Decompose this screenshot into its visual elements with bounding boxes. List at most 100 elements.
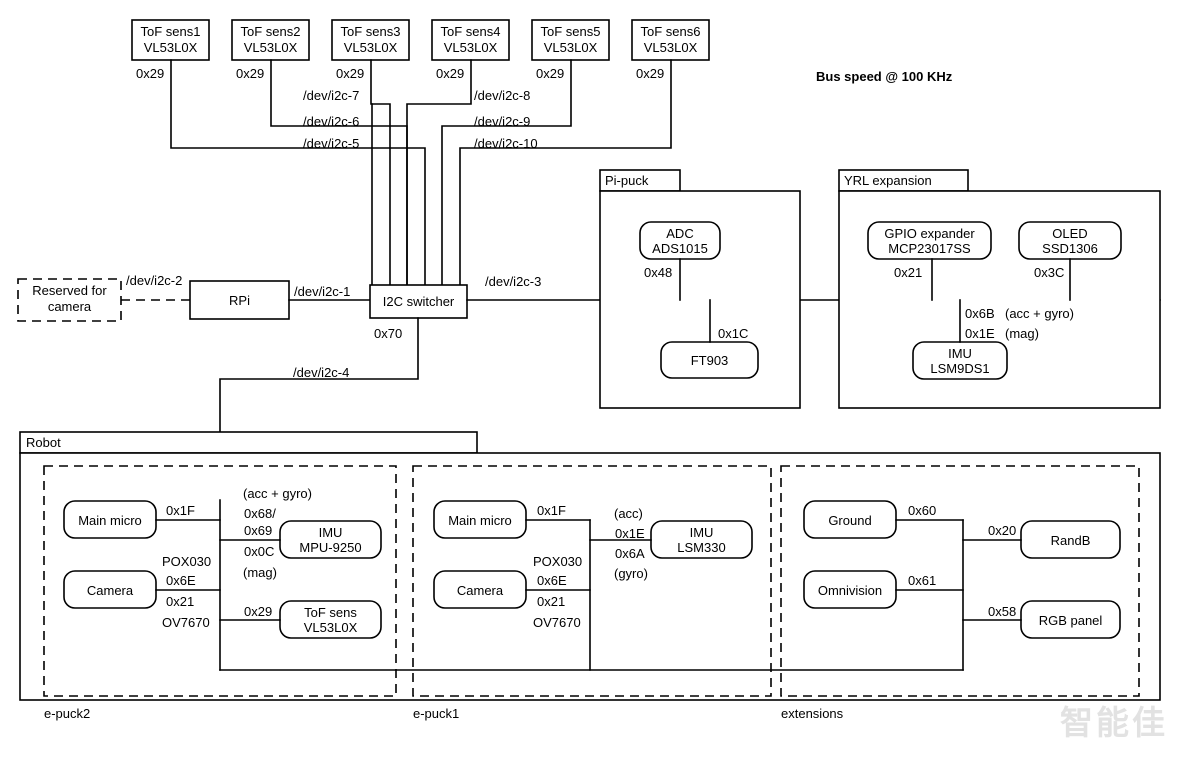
- omnivision-label: Omnivision: [818, 583, 882, 598]
- epuck2-imu-line2: MPU-9250: [299, 540, 361, 555]
- yrl-imu-note-acc-gyro: (acc + gyro): [1005, 306, 1074, 321]
- rpi-box: RPi: [189, 280, 290, 320]
- tof-sensor-1-address: 0x29: [136, 66, 164, 81]
- epuck2-camera-address2: 0x21: [166, 594, 194, 609]
- gpio-line1: GPIO expander: [884, 226, 975, 241]
- epuck2-main-micro-address: 0x1F: [166, 503, 195, 518]
- epuck2-imu-note-mag: (mag): [243, 565, 277, 580]
- omnivision-address: 0x61: [908, 573, 936, 588]
- diagram-canvas: ToF sens1 VL53L0X 0x29 ToF sens2 VL53L0X…: [0, 0, 1180, 760]
- tof-sensor-2-part: VL53L0X: [244, 40, 298, 55]
- epuck2-imu-line1: IMU: [319, 525, 343, 540]
- epuck1-group-label: e-puck1: [413, 706, 459, 721]
- oled-address: 0x3C: [1034, 265, 1064, 280]
- tof-sensor-4-part: VL53L0X: [444, 40, 498, 55]
- randb-label: RandB: [1051, 533, 1091, 548]
- bus-label-i2c-7: /dev/i2c-7: [303, 88, 359, 103]
- epuck2-camera-sensor2: OV7670: [162, 615, 210, 630]
- rgb-panel-address: 0x58: [988, 604, 1016, 619]
- watermark: 智能佳: [1060, 703, 1168, 742]
- gpio-address: 0x21: [894, 265, 922, 280]
- bus-label-i2c-9: /dev/i2c-9: [474, 114, 530, 129]
- i2c-switcher-label: I2C switcher: [383, 294, 455, 309]
- epuck1-camera-sensor2: OV7670: [533, 615, 581, 630]
- epuck2-imu-box: IMU MPU-9250: [279, 520, 382, 559]
- epuck1-imu-box: IMU LSM330: [650, 520, 753, 559]
- robot-group-label: Robot: [26, 435, 61, 450]
- epuck2-camera-sensor1: POX030: [162, 554, 211, 569]
- epuck1-camera-label: Camera: [457, 583, 504, 598]
- bus-label-i2c-6: /dev/i2c-6: [303, 114, 359, 129]
- yrl-imu-line1: IMU: [948, 346, 972, 361]
- yrl-imu-address-mag: 0x1E: [965, 326, 995, 341]
- diagram-svg: ToF sens1 VL53L0X 0x29 ToF sens2 VL53L0X…: [17, 19, 1161, 721]
- ft903-label: FT903: [691, 353, 729, 368]
- randb-address: 0x20: [988, 523, 1016, 538]
- bus-label-i2c-5: /dev/i2c-5: [303, 136, 359, 151]
- tof-sensor-2-name: ToF sens2: [241, 24, 301, 39]
- bus-label-i2c-1: /dev/i2c-1: [294, 284, 350, 299]
- epuck2-imu-address-acc-gyro2: 0x69: [244, 523, 272, 538]
- epuck1-main-micro-address: 0x1F: [537, 503, 566, 518]
- tof-sensor-2-address: 0x29: [236, 66, 264, 81]
- tof-sensor-5-part: VL53L0X: [544, 40, 598, 55]
- oled-line1: OLED: [1052, 226, 1087, 241]
- oled-line2: SSD1306: [1042, 241, 1098, 256]
- tof-sensor-1-part: VL53L0X: [144, 40, 198, 55]
- ground-address: 0x60: [908, 503, 936, 518]
- epuck1-imu-address-acc: 0x1E: [615, 526, 645, 541]
- tof-sensor-3-name: ToF sens3: [341, 24, 401, 39]
- yrl-imu-address-acc-gyro: 0x6B: [965, 306, 995, 321]
- epuck1-camera-address2: 0x21: [537, 594, 565, 609]
- tof-sensor-3-part: VL53L0X: [344, 40, 398, 55]
- epuck1-main-micro-label: Main micro: [448, 513, 512, 528]
- epuck1-imu-note-gyro: (gyro): [614, 566, 648, 581]
- ft903-address: 0x1C: [718, 326, 748, 341]
- reserved-for-camera-box: Reserved for camera: [17, 278, 122, 322]
- yrl-group-label: YRL expansion: [844, 173, 932, 188]
- bus-label-i2c-10: /dev/i2c-10: [474, 136, 538, 151]
- epuck1-imu-line1: IMU: [690, 525, 714, 540]
- tof-sensor-6-name: ToF sens6: [641, 24, 701, 39]
- rpi-label: RPi: [229, 293, 250, 308]
- wire-tof3-i2c7: [370, 59, 391, 286]
- bus-label-i2c-3: /dev/i2c-3: [485, 274, 541, 289]
- bus-label-i2c-2: /dev/i2c-2: [126, 273, 182, 288]
- bus-label-i2c-8: /dev/i2c-8: [474, 88, 530, 103]
- gpio-line2: MCP23017SS: [888, 241, 971, 256]
- epuck2-group-label: e-puck2: [44, 706, 90, 721]
- epuck2-imu-address-acc-gyro: 0x68/: [244, 506, 276, 521]
- tof-sensor-6-address: 0x29: [636, 66, 664, 81]
- tof-sensor-4-name: ToF sens4: [441, 24, 501, 39]
- adc-line1: ADC: [666, 226, 693, 241]
- rgb-panel-label: RGB panel: [1039, 613, 1103, 628]
- yrl-imu-line2: LSM9DS1: [930, 361, 989, 376]
- wire-tof1-i2c5: [170, 59, 426, 286]
- epuck1-imu-note-acc: (acc): [614, 506, 643, 521]
- reserved-camera-line2: camera: [48, 299, 92, 314]
- pipuck-group-label: Pi-puck: [605, 173, 649, 188]
- adc-line2: ADS1015: [652, 241, 708, 256]
- adc-address: 0x48: [644, 265, 672, 280]
- epuck2-imu-note-acc-gyro: (acc + gyro): [243, 486, 312, 501]
- tof-sensor-4-address: 0x29: [436, 66, 464, 81]
- extensions-group-label: extensions: [781, 706, 844, 721]
- epuck1-imu-address-gyro: 0x6A: [615, 546, 645, 561]
- tof-sensor-5-address: 0x29: [536, 66, 564, 81]
- epuck2-camera-address1: 0x6E: [166, 573, 196, 588]
- yrl-imu-box: IMU LSM9DS1: [912, 341, 1008, 380]
- tof-sensor-3-address: 0x29: [336, 66, 364, 81]
- epuck2-main-micro-label: Main micro: [78, 513, 142, 528]
- yrl-imu-note-mag: (mag): [1005, 326, 1039, 341]
- epuck2-camera-label: Camera: [87, 583, 134, 598]
- epuck1-imu-line2: LSM330: [677, 540, 725, 555]
- reserved-camera-line1: Reserved for: [32, 283, 107, 298]
- epuck2-tof-line2: VL53L0X: [304, 620, 358, 635]
- tof-sensor-6-part: VL53L0X: [644, 40, 698, 55]
- epuck1-camera-sensor1: POX030: [533, 554, 582, 569]
- i2c-switcher-address: 0x70: [374, 326, 402, 341]
- tof-sensor-5-name: ToF sens5: [541, 24, 601, 39]
- epuck2-imu-address-mag: 0x0C: [244, 544, 274, 559]
- epuck2-tof-address: 0x29: [244, 604, 272, 619]
- epuck2-tof-line1: ToF sens: [304, 605, 357, 620]
